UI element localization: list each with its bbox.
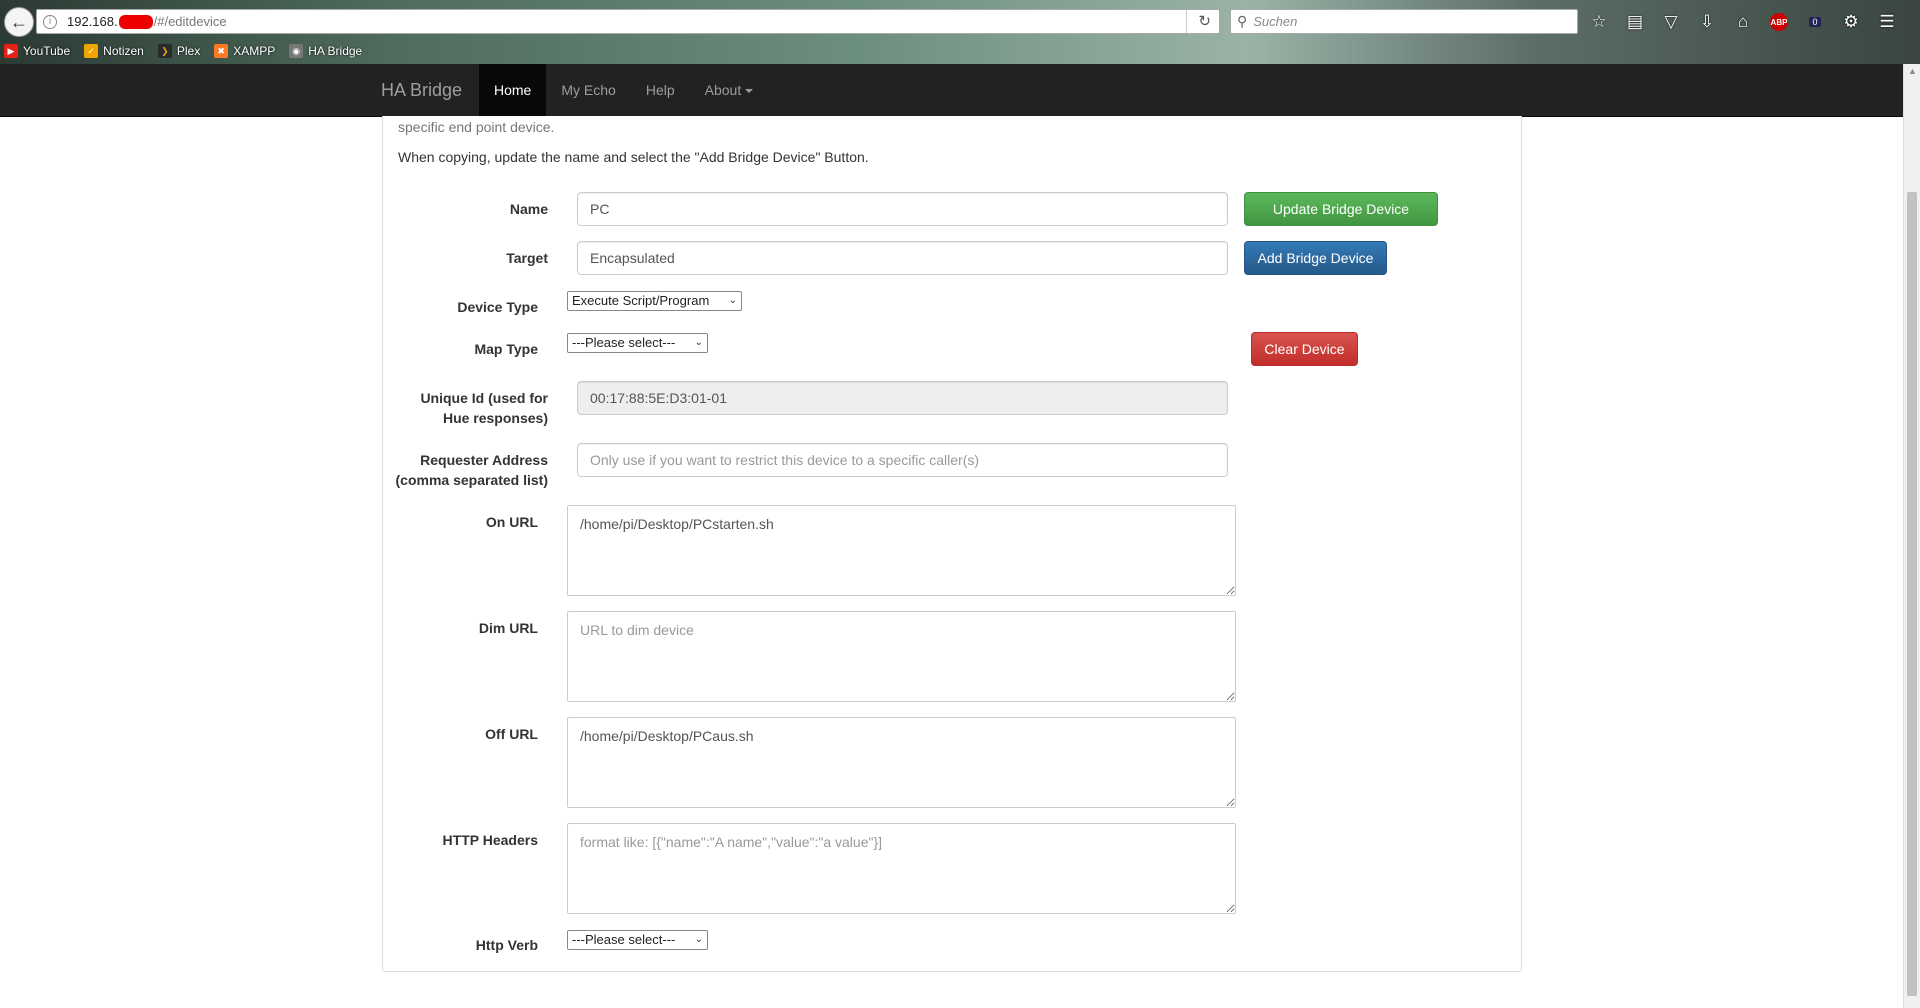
adblock-icon[interactable]: ABP	[1768, 11, 1790, 33]
http-verb-value: ---Please select---	[572, 932, 676, 947]
navbar-menu: Home My Echo Help About	[479, 64, 768, 116]
youtube-icon: ▶	[4, 44, 18, 58]
back-arrow-icon: ←	[10, 11, 28, 32]
intro-text-partial: specific end point device.	[398, 119, 555, 135]
device-type-select[interactable]: Execute Script/Program ⌄	[567, 291, 742, 311]
bookmark-ha-bridge[interactable]: ◉ HA Bridge	[289, 42, 362, 60]
globe-icon: ◉	[289, 44, 304, 58]
redaction-mark	[118, 14, 153, 29]
adblock-label: ABP	[1770, 13, 1788, 31]
off-url-label: Off URL	[485, 726, 538, 742]
dim-url-textarea[interactable]	[567, 611, 1236, 702]
http-verb-select[interactable]: ---Please select--- ⌄	[567, 930, 708, 950]
url-path: /#/editdevice	[153, 14, 227, 29]
requester-address-input[interactable]	[577, 443, 1228, 477]
pocket-icon[interactable]: ▽	[1660, 11, 1682, 33]
reload-icon[interactable]: ↻	[1198, 12, 1211, 30]
chevron-down-icon: ⌄	[728, 295, 737, 306]
target-label: Target	[506, 250, 548, 266]
nav-item-about[interactable]: About	[690, 64, 769, 116]
browser-nav-row: ← i 192.168. /#/editdevice ↻ ⚲ Suchen ☆ …	[0, 5, 1920, 37]
gear-icon[interactable]: ⚙	[1840, 11, 1862, 33]
unique-id-label-line1: Unique Id (used for	[420, 390, 548, 406]
target-input[interactable]	[577, 241, 1228, 275]
add-bridge-device-button[interactable]: Add Bridge Device	[1244, 241, 1387, 275]
extension-badge: 0	[1809, 17, 1821, 27]
url-bar[interactable]: i 192.168. /#/editdevice ↻	[36, 9, 1220, 34]
name-input[interactable]	[577, 192, 1228, 226]
on-url-textarea[interactable]: /home/pi/Desktop/PCstarten.sh	[567, 505, 1236, 596]
clear-device-button[interactable]: Clear Device	[1251, 332, 1358, 366]
bookmark-xampp[interactable]: ✖ XAMPP	[214, 42, 275, 60]
bookmark-notizen[interactable]: ✓ Notizen	[84, 42, 144, 60]
unique-id-label: Unique Id (used for Hue responses)	[378, 388, 548, 428]
app-navbar: HA Bridge Home My Echo Help About	[0, 64, 1903, 117]
nav-item-home[interactable]: Home	[479, 64, 547, 116]
dim-url-label: Dim URL	[478, 620, 538, 636]
info-icon[interactable]: i	[43, 14, 57, 29]
browser-toolbar: ☆ ▤ ▽ ⇩ ⌂ ABP 0 ⚙ ☰	[1588, 11, 1898, 35]
requester-address-label-line2: (comma separated list)	[395, 472, 549, 488]
plex-icon: ❯	[157, 44, 172, 58]
url-host: 192.168.	[67, 14, 118, 29]
nav-item-help[interactable]: Help	[631, 64, 690, 116]
device-type-value: Execute Script/Program	[572, 293, 710, 308]
menu-icon[interactable]: ☰	[1876, 11, 1898, 33]
requester-address-label: Requester Address (comma separated list)	[378, 450, 549, 490]
extension-badge-icon[interactable]: 0	[1804, 11, 1826, 33]
bookmarks-bar: ▶ YouTube ✓ Notizen ❯ Plex ✖ XAMPP ◉ HA Bridg…	[0, 42, 362, 60]
off-url-textarea[interactable]: /home/pi/Desktop/PCaus.sh	[567, 717, 1236, 808]
device-type-label: Device Type	[457, 299, 538, 315]
search-placeholder: Suchen	[1253, 14, 1298, 29]
xampp-icon: ✖	[214, 44, 229, 58]
map-type-select[interactable]: ---Please select--- ⌄	[567, 333, 708, 353]
unique-id-label-line2: Hue responses)	[442, 410, 548, 426]
notes-icon: ✓	[84, 44, 99, 58]
map-type-label: Map Type	[474, 341, 538, 357]
map-type-value: ---Please select---	[572, 335, 676, 350]
search-icon: ⚲	[1237, 13, 1248, 29]
http-headers-textarea[interactable]	[567, 823, 1236, 914]
bookmark-youtube[interactable]: ▶ YouTube	[4, 42, 70, 60]
nav-item-my-echo[interactable]: My Echo	[546, 64, 630, 116]
search-bar[interactable]: ⚲ Suchen	[1230, 9, 1578, 34]
scroll-up-icon[interactable]: ▲	[1908, 66, 1917, 76]
http-headers-label: HTTP Headers	[442, 832, 538, 848]
requester-address-label-line1: Requester Address	[420, 452, 548, 468]
back-button[interactable]: ←	[4, 7, 34, 37]
reading-list-icon[interactable]: ▤	[1624, 11, 1646, 33]
http-verb-label: Http Verb	[475, 937, 538, 953]
home-icon[interactable]: ⌂	[1732, 11, 1754, 33]
bookmark-star-icon[interactable]: ☆	[1588, 11, 1610, 33]
navbar-brand[interactable]: HA Bridge	[381, 64, 462, 116]
download-icon[interactable]: ⇩	[1696, 11, 1718, 33]
url-divider	[1186, 10, 1187, 33]
chevron-down-icon: ⌄	[694, 337, 703, 348]
nav-item-about-label: About	[704, 82, 742, 98]
browser-chrome: ← i 192.168. /#/editdevice ↻ ⚲ Suchen ☆ …	[0, 0, 1920, 64]
bookmark-plex[interactable]: ❯ Plex	[157, 42, 200, 60]
name-label: Name	[509, 201, 548, 217]
page-scrollbar[interactable]: ▲	[1903, 64, 1920, 1008]
intro-text: When copying, update the name and select…	[398, 149, 869, 165]
update-bridge-device-button[interactable]: Update Bridge Device	[1244, 192, 1438, 226]
caret-down-icon	[745, 89, 754, 94]
unique-id-input[interactable]	[577, 381, 1228, 415]
scroll-thumb[interactable]	[1907, 192, 1917, 996]
chevron-down-icon: ⌄	[694, 934, 703, 945]
on-url-label: On URL	[485, 514, 538, 530]
